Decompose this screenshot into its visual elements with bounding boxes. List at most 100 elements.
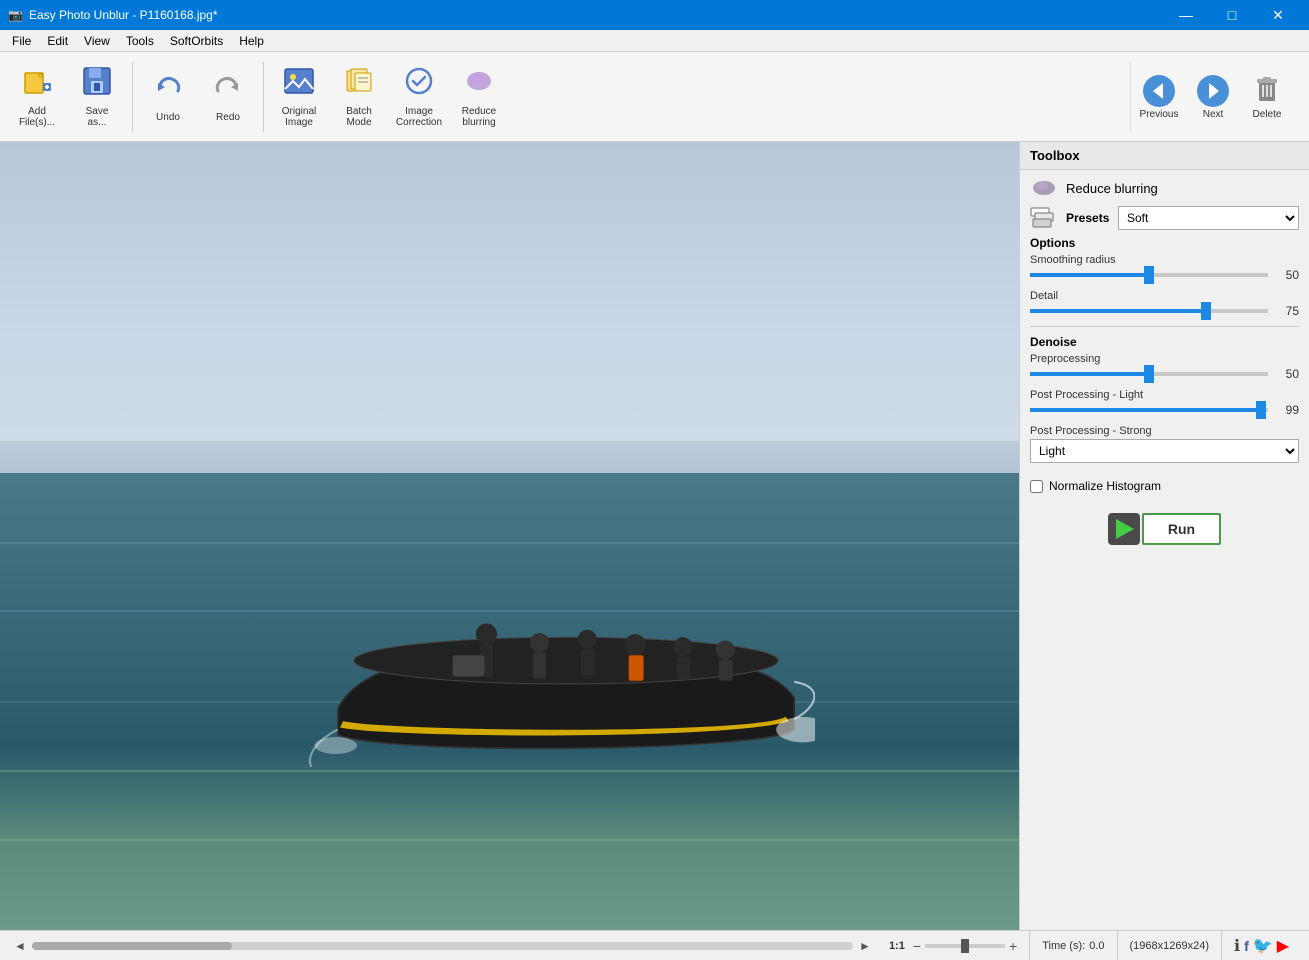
nav-buttons: Previous Next Delete bbox=[1133, 57, 1301, 137]
normalize-histogram-label[interactable]: Normalize Histogram bbox=[1049, 479, 1161, 493]
facebook-icon[interactable]: f bbox=[1244, 938, 1249, 954]
separator-2 bbox=[263, 62, 264, 132]
toolbox-header: Toolbox bbox=[1020, 142, 1309, 170]
zoom-slider-thumb[interactable] bbox=[961, 939, 969, 953]
image-info-section: (1968x1269x24) bbox=[1118, 931, 1223, 960]
menu-help[interactable]: Help bbox=[231, 32, 272, 50]
options-label: Options bbox=[1030, 236, 1299, 250]
scroll-right-button[interactable]: ► bbox=[857, 939, 873, 953]
post-processing-strong-label: Post Processing - Strong bbox=[1030, 425, 1299, 437]
hscrollbar-thumb[interactable] bbox=[32, 942, 232, 950]
smoothing-radius-row: Smoothing radius 50 bbox=[1030, 254, 1299, 282]
original-image-label: Original Image bbox=[282, 106, 316, 128]
post-processing-light-label: Post Processing - Light bbox=[1030, 389, 1299, 401]
reduce-blurring-section-icon bbox=[1030, 178, 1058, 198]
zoom-controls: − + bbox=[913, 938, 1017, 954]
info-icon[interactable]: ℹ bbox=[1234, 936, 1240, 956]
toolbox: Toolbox Reduce blurring Presets Soft Med… bbox=[1019, 142, 1309, 930]
separator-3 bbox=[1130, 62, 1131, 132]
smoothing-radius-label: Smoothing radius bbox=[1030, 254, 1299, 266]
toolbar: Add File(s)... Save as... Undo Redo Orig… bbox=[0, 52, 1309, 142]
window-title: Easy Photo Unblur - P1160168.jpg* bbox=[29, 8, 218, 22]
horizontal-scrollbar[interactable] bbox=[32, 942, 853, 950]
original-image-button[interactable]: Original Image bbox=[270, 57, 328, 137]
reduce-blurring-label: Reduce blurring bbox=[462, 106, 496, 128]
boat-svg bbox=[306, 581, 816, 772]
close-button[interactable]: ✕ bbox=[1255, 0, 1301, 30]
scroll-area: ◄ ► bbox=[8, 939, 877, 953]
batch-mode-button[interactable]: Batch Mode bbox=[330, 57, 388, 137]
preprocessing-slider-container: 50 bbox=[1030, 367, 1299, 381]
menu-view[interactable]: View bbox=[76, 32, 118, 50]
section-divider-1 bbox=[1030, 326, 1299, 327]
smoothing-radius-value: 50 bbox=[1274, 268, 1299, 282]
redo-button[interactable]: Redo bbox=[199, 57, 257, 137]
batch-mode-label: Batch Mode bbox=[346, 106, 372, 128]
image-info: (1968x1269x24) bbox=[1130, 940, 1210, 952]
run-area: Run bbox=[1030, 505, 1299, 553]
main-layout: Toolbox Reduce blurring Presets Soft Med… bbox=[0, 142, 1309, 930]
statusbar: ◄ ► 1:1 − + Time (s): 0.0 (1968x1269x24)… bbox=[0, 930, 1309, 960]
previous-button[interactable]: Previous bbox=[1133, 57, 1185, 137]
menu-file[interactable]: File bbox=[4, 32, 39, 50]
detail-row: Detail 75 bbox=[1030, 290, 1299, 318]
next-button[interactable]: Next bbox=[1187, 57, 1239, 137]
zoom-out-button[interactable]: − bbox=[913, 938, 921, 954]
reduce-blurring-button[interactable]: Reduce blurring bbox=[450, 57, 508, 137]
toolbox-content: Reduce blurring Presets Soft Medium Stro… bbox=[1020, 170, 1309, 930]
run-button[interactable]: Run bbox=[1142, 513, 1221, 545]
separator-1 bbox=[132, 62, 133, 132]
presets-text-label: Presets bbox=[1066, 211, 1110, 225]
redo-icon bbox=[212, 71, 244, 110]
reduce-blurring-icon bbox=[463, 65, 495, 104]
undo-icon bbox=[152, 71, 184, 110]
preprocessing-row: Preprocessing 50 bbox=[1030, 353, 1299, 381]
normalize-histogram-row: Normalize Histogram bbox=[1030, 479, 1299, 493]
add-files-button[interactable]: Add File(s)... bbox=[8, 57, 66, 137]
next-label: Next bbox=[1203, 109, 1224, 120]
add-files-icon bbox=[21, 65, 53, 104]
zoom-slider-track[interactable] bbox=[925, 944, 1005, 948]
preprocessing-value: 50 bbox=[1274, 367, 1299, 381]
preprocessing-label: Preprocessing bbox=[1030, 353, 1299, 365]
titlebar: 📷 Easy Photo Unblur - P1160168.jpg* — □ … bbox=[0, 0, 1309, 30]
image-correction-icon bbox=[403, 65, 435, 104]
minimize-button[interactable]: — bbox=[1163, 0, 1209, 30]
reduce-blurring-section: Reduce blurring bbox=[1030, 178, 1299, 198]
social-icons-section: ℹ f 🐦 ▶ bbox=[1222, 931, 1301, 960]
detail-slider[interactable] bbox=[1030, 309, 1268, 313]
preprocessing-slider[interactable] bbox=[1030, 372, 1268, 376]
image-correction-button[interactable]: Image Correction bbox=[390, 57, 448, 137]
image-area[interactable] bbox=[0, 142, 1019, 930]
youtube-icon[interactable]: ▶ bbox=[1277, 936, 1289, 956]
menu-edit[interactable]: Edit bbox=[39, 32, 76, 50]
normalize-histogram-checkbox[interactable] bbox=[1030, 480, 1043, 493]
toolbox-title: Toolbox bbox=[1030, 148, 1080, 163]
post-processing-strong-row: Post Processing - Strong Light Medium St… bbox=[1030, 425, 1299, 471]
post-processing-light-slider[interactable] bbox=[1030, 408, 1268, 412]
detail-value: 75 bbox=[1274, 304, 1299, 318]
post-processing-light-row: Post Processing - Light 99 bbox=[1030, 389, 1299, 417]
post-processing-strong-select[interactable]: Light Medium Strong None bbox=[1030, 439, 1299, 463]
undo-button[interactable]: Undo bbox=[139, 57, 197, 137]
scroll-left-button[interactable]: ◄ bbox=[12, 939, 28, 953]
save-as-label: Save as... bbox=[86, 106, 109, 128]
image-correction-label: Image Correction bbox=[396, 106, 442, 128]
zoom-section: 1:1 − + bbox=[877, 931, 1030, 960]
maximize-button[interactable]: □ bbox=[1209, 0, 1255, 30]
original-image-icon bbox=[283, 65, 315, 104]
denoise-label: Denoise bbox=[1030, 335, 1299, 349]
menubar: File Edit View Tools SoftOrbits Help bbox=[0, 30, 1309, 52]
save-as-button[interactable]: Save as... bbox=[68, 57, 126, 137]
presets-row: Presets Soft Medium Strong Custom bbox=[1030, 206, 1299, 230]
twitter-icon[interactable]: 🐦 bbox=[1253, 936, 1273, 956]
smoothing-radius-slider[interactable] bbox=[1030, 273, 1268, 277]
presets-select[interactable]: Soft Medium Strong Custom bbox=[1118, 206, 1299, 230]
delete-icon bbox=[1249, 73, 1285, 109]
menu-tools[interactable]: Tools bbox=[118, 32, 162, 50]
run-icon bbox=[1108, 513, 1140, 545]
zoom-in-button[interactable]: + bbox=[1009, 938, 1017, 954]
delete-button[interactable]: Delete bbox=[1241, 57, 1293, 137]
save-as-icon bbox=[81, 65, 113, 104]
menu-softorbits[interactable]: SoftOrbits bbox=[162, 32, 231, 50]
